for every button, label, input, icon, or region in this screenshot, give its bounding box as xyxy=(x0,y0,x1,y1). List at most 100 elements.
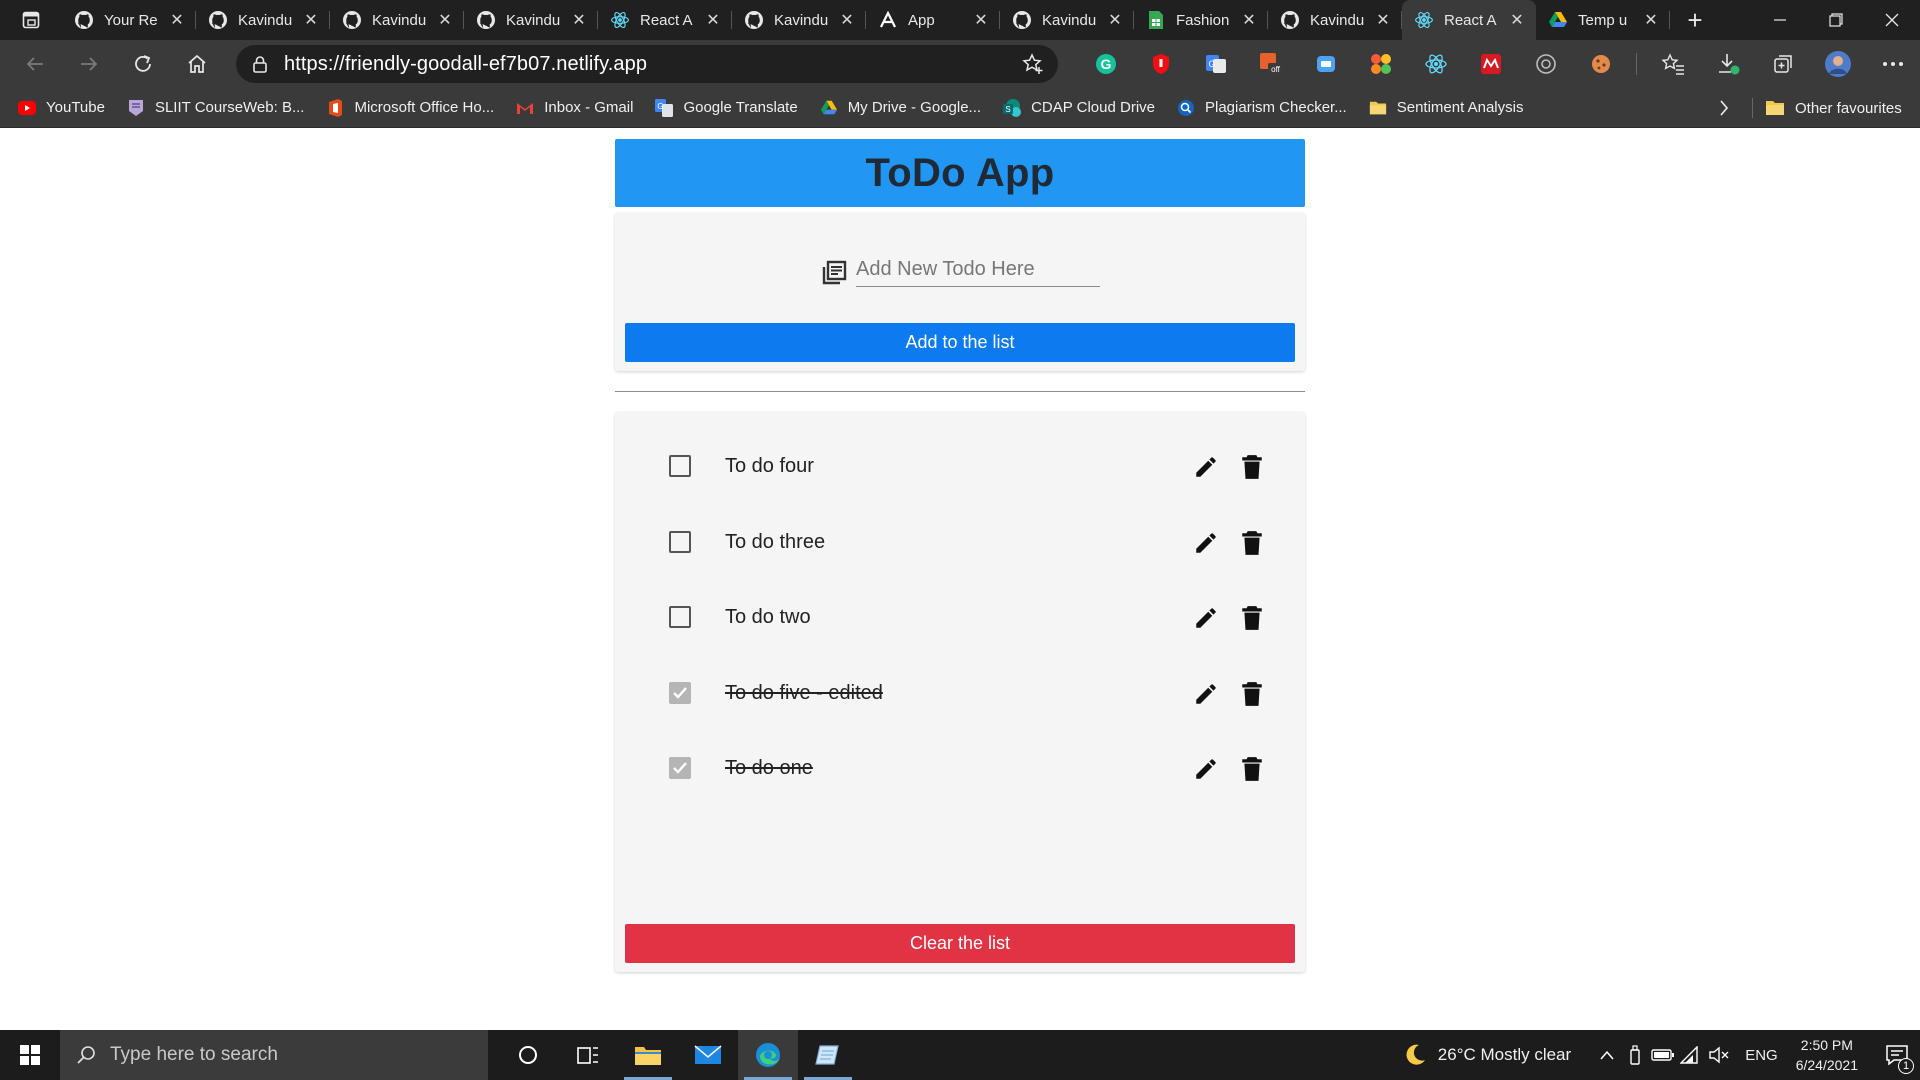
favourite-link[interactable]: Inbox - Gmail xyxy=(516,99,633,117)
trash-icon[interactable] xyxy=(1241,756,1263,782)
trash-icon[interactable] xyxy=(1241,530,1263,556)
volume-button[interactable] xyxy=(1705,1046,1733,1064)
tab-close-button[interactable]: ✕ xyxy=(1642,10,1660,30)
browser-tab[interactable]: React A ✕ xyxy=(1402,0,1536,40)
mail-button[interactable] xyxy=(678,1030,738,1080)
browser-tab[interactable]: Kavindu ✕ xyxy=(1268,0,1402,40)
colors-extension[interactable] xyxy=(1353,40,1408,88)
file-explorer-button[interactable] xyxy=(618,1030,678,1080)
tab-close-button[interactable]: ✕ xyxy=(570,10,588,30)
other-favourites-folder[interactable]: Other favourites xyxy=(1765,88,1902,128)
edit-pencil-icon[interactable] xyxy=(1193,454,1219,480)
mendeley-extension[interactable] xyxy=(1463,40,1518,88)
cortana-button[interactable] xyxy=(498,1030,558,1080)
start-button[interactable] xyxy=(0,1030,60,1080)
trash-icon[interactable] xyxy=(1241,605,1263,631)
taskbar-search[interactable]: Type here to search xyxy=(60,1030,488,1080)
edge-button[interactable] xyxy=(738,1030,798,1080)
forward-button[interactable] xyxy=(62,40,116,88)
todo-checkbox[interactable] xyxy=(669,757,691,779)
refresh-button[interactable] xyxy=(116,40,170,88)
tab-close-button[interactable]: ✕ xyxy=(972,10,990,30)
favourite-label: Inbox - Gmail xyxy=(544,99,634,116)
windows-icon xyxy=(20,1045,40,1065)
react-devtools-extension[interactable] xyxy=(1408,40,1463,88)
tab-close-button[interactable]: ✕ xyxy=(838,10,856,30)
favourite-link[interactable]: Sentiment Analysis xyxy=(1369,99,1523,117)
action-center-button[interactable]: 1 xyxy=(1874,1030,1920,1080)
tab-close-button[interactable]: ✕ xyxy=(302,10,320,30)
bot-extension[interactable] xyxy=(1298,40,1353,88)
tab-close-button[interactable]: ✕ xyxy=(1374,10,1392,30)
favourite-link[interactable]: YouTube xyxy=(18,99,105,117)
add-favourite-button[interactable] xyxy=(1022,53,1044,80)
tab-close-button[interactable]: ✕ xyxy=(1106,10,1124,30)
edit-pencil-icon[interactable] xyxy=(1193,681,1219,707)
browser-tab[interactable]: Kavindu ✕ xyxy=(196,0,330,40)
trash-icon[interactable] xyxy=(1241,681,1263,707)
favourite-link[interactable]: S CDAP Cloud Drive xyxy=(1003,98,1155,117)
address-bar[interactable]: https://friendly-goodall-ef7b07.netlify.… xyxy=(236,45,1058,83)
restore-button[interactable] xyxy=(1808,0,1864,40)
back-button[interactable] xyxy=(8,40,62,88)
favourite-link[interactable]: G Google Translate xyxy=(655,98,798,117)
profile-button[interactable] xyxy=(1810,40,1865,88)
collections-button[interactable] xyxy=(1755,40,1810,88)
edit-pencil-icon[interactable] xyxy=(1193,530,1219,556)
close-window-button[interactable] xyxy=(1864,0,1920,40)
chatgpt-extension[interactable] xyxy=(1518,40,1573,88)
input-language[interactable]: ENG xyxy=(1745,1047,1778,1064)
savings-off-extension[interactable]: off xyxy=(1243,40,1298,88)
task-view-button[interactable] xyxy=(558,1030,618,1080)
adblock-extension[interactable] xyxy=(1133,40,1188,88)
favourite-link[interactable]: Microsoft Office Ho... xyxy=(326,98,494,117)
browser-tab[interactable]: App ✕ xyxy=(866,0,1000,40)
tab-actions-button[interactable] xyxy=(0,0,62,40)
browser-tab[interactable]: Your Re ✕ xyxy=(62,0,196,40)
browser-tab[interactable]: Fashion ✕ xyxy=(1134,0,1268,40)
tab-close-button[interactable]: ✕ xyxy=(1240,10,1258,30)
notes-app-button[interactable] xyxy=(798,1030,858,1080)
todo-input[interactable] xyxy=(856,253,1100,287)
usb-button[interactable] xyxy=(1621,1045,1649,1065)
clear-list-button[interactable]: Clear the list xyxy=(625,924,1295,963)
battery-button[interactable] xyxy=(1649,1048,1677,1062)
github-icon xyxy=(744,10,764,30)
favourites-button[interactable] xyxy=(1645,40,1700,88)
minimize-button[interactable] xyxy=(1752,0,1808,40)
browser-tab[interactable]: Temp u ✕ xyxy=(1536,0,1670,40)
edit-pencil-icon[interactable] xyxy=(1193,605,1219,631)
tab-close-button[interactable]: ✕ xyxy=(168,10,186,30)
downloads-button[interactable] xyxy=(1700,40,1755,88)
weather-widget[interactable]: 26°C Mostly clear xyxy=(1402,1042,1571,1068)
browser-tab[interactable]: React A ✕ xyxy=(598,0,732,40)
favourite-link[interactable]: My Drive - Google... xyxy=(820,99,981,117)
todo-item: To do four xyxy=(615,446,1305,486)
todo-checkbox[interactable] xyxy=(669,455,691,477)
browser-tab[interactable]: Kavindu ✕ xyxy=(1000,0,1134,40)
tab-close-button[interactable]: ✕ xyxy=(1508,10,1526,30)
tab-close-button[interactable]: ✕ xyxy=(436,10,454,30)
add-to-list-button[interactable]: Add to the list xyxy=(625,323,1295,362)
wifi-button[interactable] xyxy=(1677,1046,1705,1064)
favourite-link[interactable]: Plagiarism Checker... xyxy=(1177,99,1347,117)
trash-icon[interactable] xyxy=(1241,454,1263,480)
tab-close-button[interactable]: ✕ xyxy=(704,10,722,30)
translate-extension[interactable]: G xyxy=(1188,40,1243,88)
show-hidden-icons-button[interactable] xyxy=(1593,1050,1621,1060)
browser-tab[interactable]: Kavindu ✕ xyxy=(732,0,866,40)
browser-tab[interactable]: Kavindu ✕ xyxy=(464,0,598,40)
todo-checkbox[interactable] xyxy=(669,682,691,704)
grammarly-extension[interactable]: G xyxy=(1078,40,1133,88)
home-button[interactable] xyxy=(170,40,224,88)
cookie-extension[interactable] xyxy=(1573,40,1628,88)
favourites-overflow-button[interactable] xyxy=(1718,98,1730,123)
new-tab-button[interactable]: + xyxy=(1670,0,1720,40)
favourite-link[interactable]: SLIIT CourseWeb: B... xyxy=(127,99,304,117)
todo-checkbox[interactable] xyxy=(669,531,691,553)
clock[interactable]: 2:50 PM 6/24/2021 xyxy=(1796,1035,1858,1075)
settings-more-button[interactable] xyxy=(1865,40,1920,88)
browser-tab[interactable]: Kavindu ✕ xyxy=(330,0,464,40)
todo-checkbox[interactable] xyxy=(669,606,691,628)
edit-pencil-icon[interactable] xyxy=(1193,756,1219,782)
